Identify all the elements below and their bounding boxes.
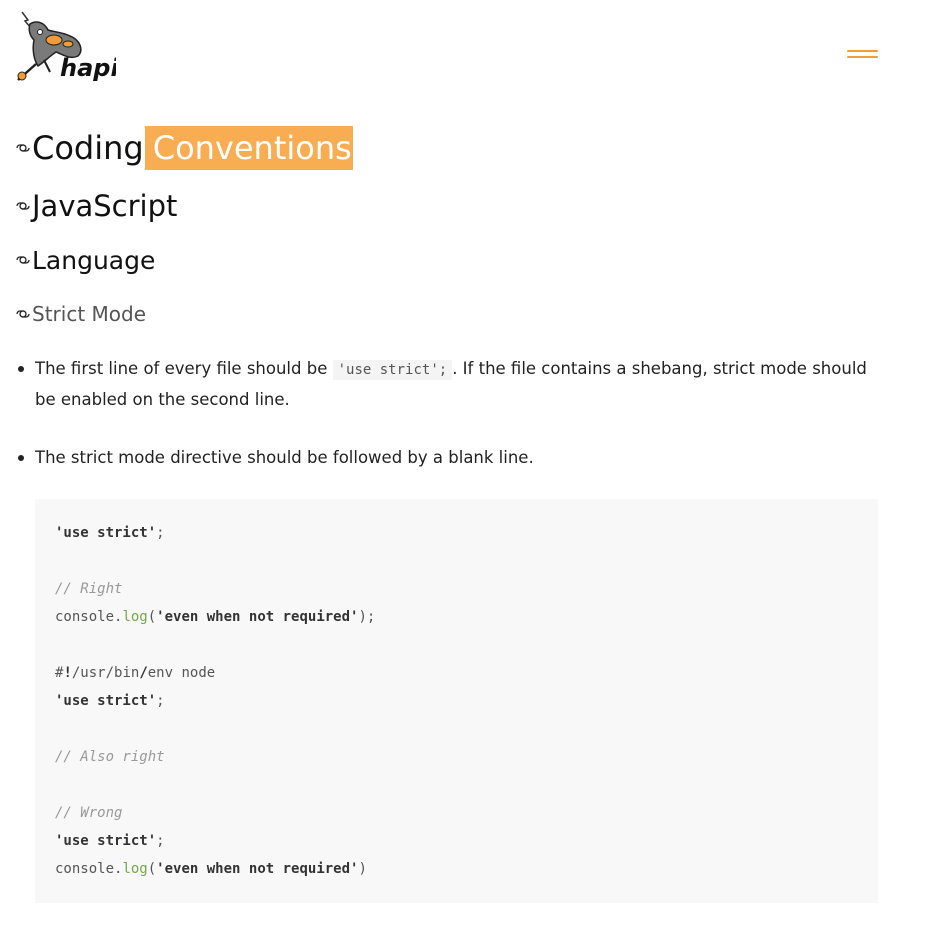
title-word-conventions: Conventions: [144, 126, 353, 170]
heading-strict-mode: Strict Mode: [15, 300, 146, 328]
inline-code: 'use strict';: [332, 360, 453, 380]
page-title: Coding Conventions: [15, 126, 353, 170]
code-line: 'use strict';: [55, 525, 165, 541]
list-item: The first line of every file should be '…: [18, 354, 880, 414]
list-item-text: The strict mode directive should be foll…: [35, 448, 534, 467]
link-icon[interactable]: [15, 200, 31, 212]
code-line: // Right: [55, 581, 123, 597]
hapi-logo[interactable]: hapi: [14, 10, 119, 88]
heading-language-text: Language: [32, 245, 156, 275]
heading-javascript-text: JavaScript: [32, 189, 178, 223]
page: hapi Coding Conventions JavaScript Langu…: [0, 0, 939, 926]
hapi-logo-graphic: hapi: [17, 11, 119, 82]
list-item-text: The first line of every file should be: [35, 359, 333, 378]
hamburger-menu-icon[interactable]: [846, 50, 880, 68]
heading-language: Language: [15, 243, 155, 277]
link-icon[interactable]: [15, 142, 31, 154]
code-line: 'use strict';: [55, 833, 165, 849]
code-line: #!/usr/bin/env node: [55, 665, 216, 681]
code-line: // Wrong: [55, 805, 123, 821]
code-block: 'use strict'; // Right console.log('even…: [35, 499, 878, 903]
link-icon[interactable]: [15, 254, 31, 266]
title-word-coding: Coding: [32, 129, 144, 167]
list-item: The strict mode directive should be foll…: [18, 443, 880, 472]
logo-wordmark: hapi: [60, 54, 116, 82]
convention-list: The first line of every file should be '…: [18, 354, 880, 501]
code-line: console.log('even when not required');: [55, 609, 376, 625]
heading-strict-mode-text: Strict Mode: [32, 302, 147, 326]
link-icon[interactable]: [15, 308, 31, 320]
code-line: 'use strict';: [55, 693, 165, 709]
code-line: // Also right: [55, 749, 165, 765]
heading-javascript: JavaScript: [15, 186, 177, 226]
code-line: console.log('even when not required'): [55, 861, 367, 877]
